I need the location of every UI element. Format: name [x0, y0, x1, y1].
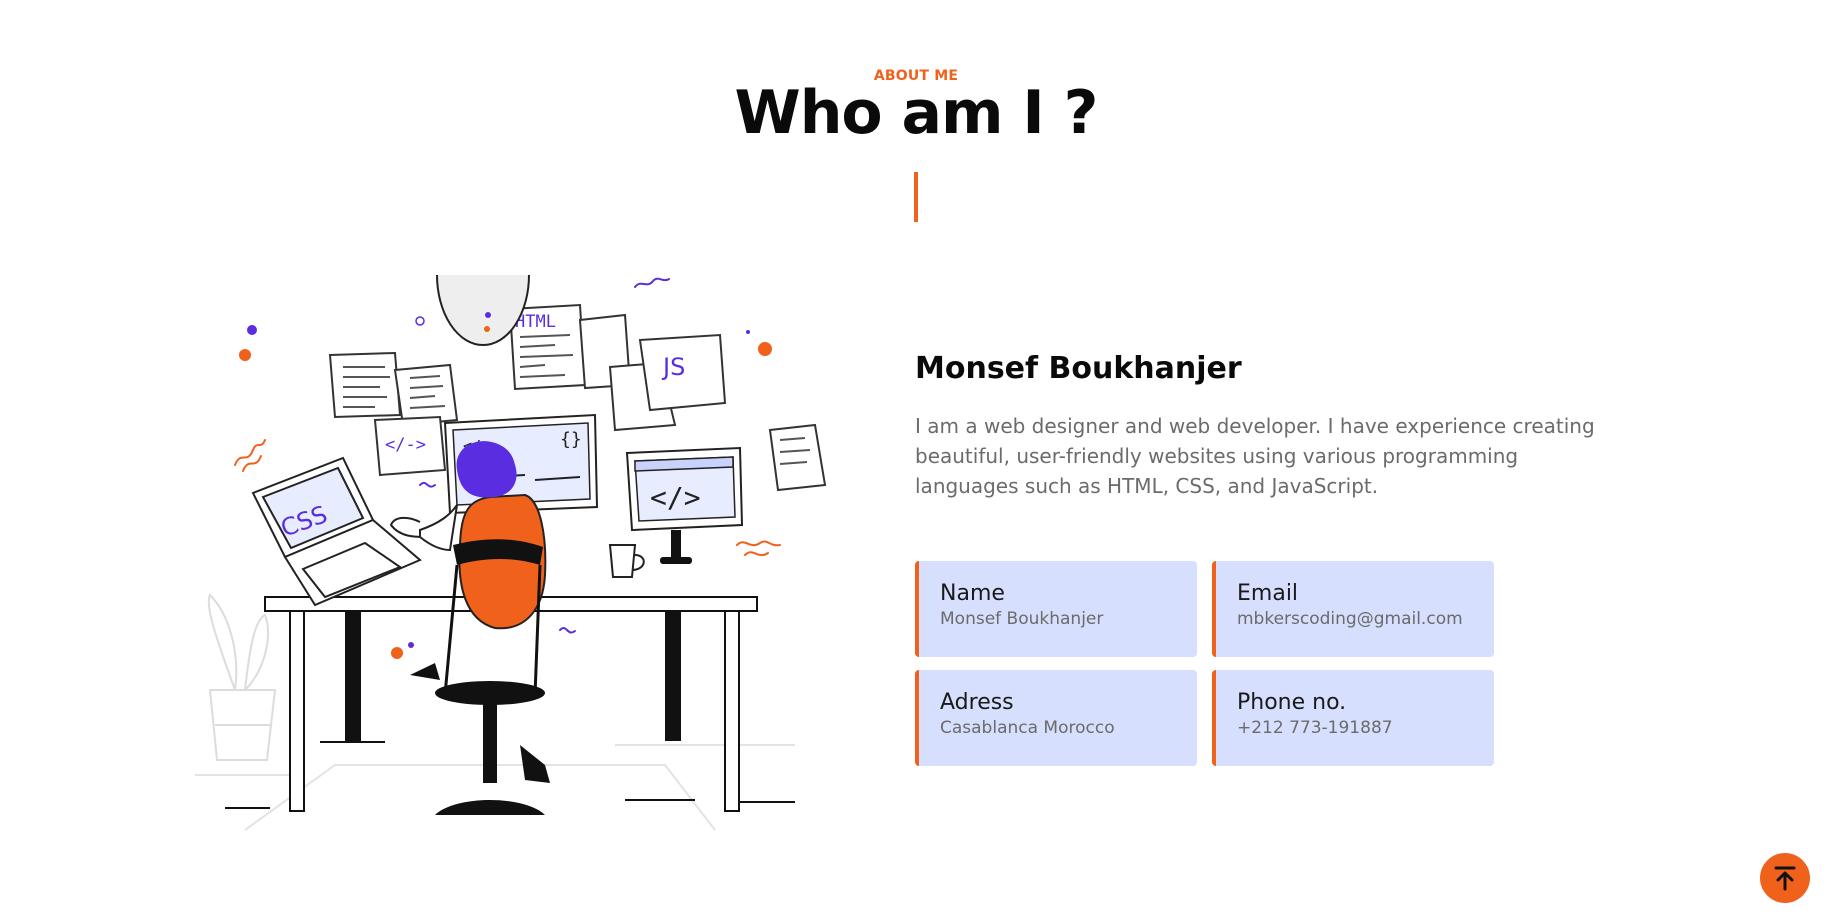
- section-title: Who am I ?: [734, 78, 1099, 148]
- paper-code-text: </->: [385, 435, 426, 455]
- developer-illustration: CSS HTML JS </-> </> {} </>: [195, 275, 827, 831]
- profile-name: Monsef Boukhanjer: [915, 351, 1242, 386]
- info-card-label: Email: [1237, 581, 1299, 606]
- info-card-value: mbkerscoding@gmail.com: [1237, 609, 1463, 629]
- info-card-label: Adress: [940, 690, 1014, 715]
- info-card-label: Name: [940, 581, 1005, 606]
- info-card-value: Casablanca Morocco: [940, 718, 1115, 738]
- monitor-code-text: </>: [650, 481, 701, 514]
- info-card-email: Email mbkerscoding@gmail.com: [1212, 561, 1494, 657]
- arrow-up-to-line-icon: [1774, 866, 1796, 891]
- info-card-address: Adress Casablanca Morocco: [915, 670, 1197, 766]
- info-card-name: Name Monsef Boukhanjer: [915, 561, 1197, 657]
- center-screen-brace-text: {}: [560, 429, 582, 450]
- info-card-phone: Phone no. +212 773-191887: [1212, 670, 1494, 766]
- info-card-value: +212 773-191887: [1237, 718, 1393, 738]
- paper-js-text: JS: [661, 353, 685, 381]
- info-card-value: Monsef Boukhanjer: [940, 609, 1104, 629]
- profile-bio: I am a web designer and web developer. I…: [915, 414, 1595, 498]
- info-card-label: Phone no.: [1237, 690, 1347, 715]
- scroll-to-top-button[interactable]: [1760, 853, 1810, 903]
- title-divider: [914, 172, 918, 222]
